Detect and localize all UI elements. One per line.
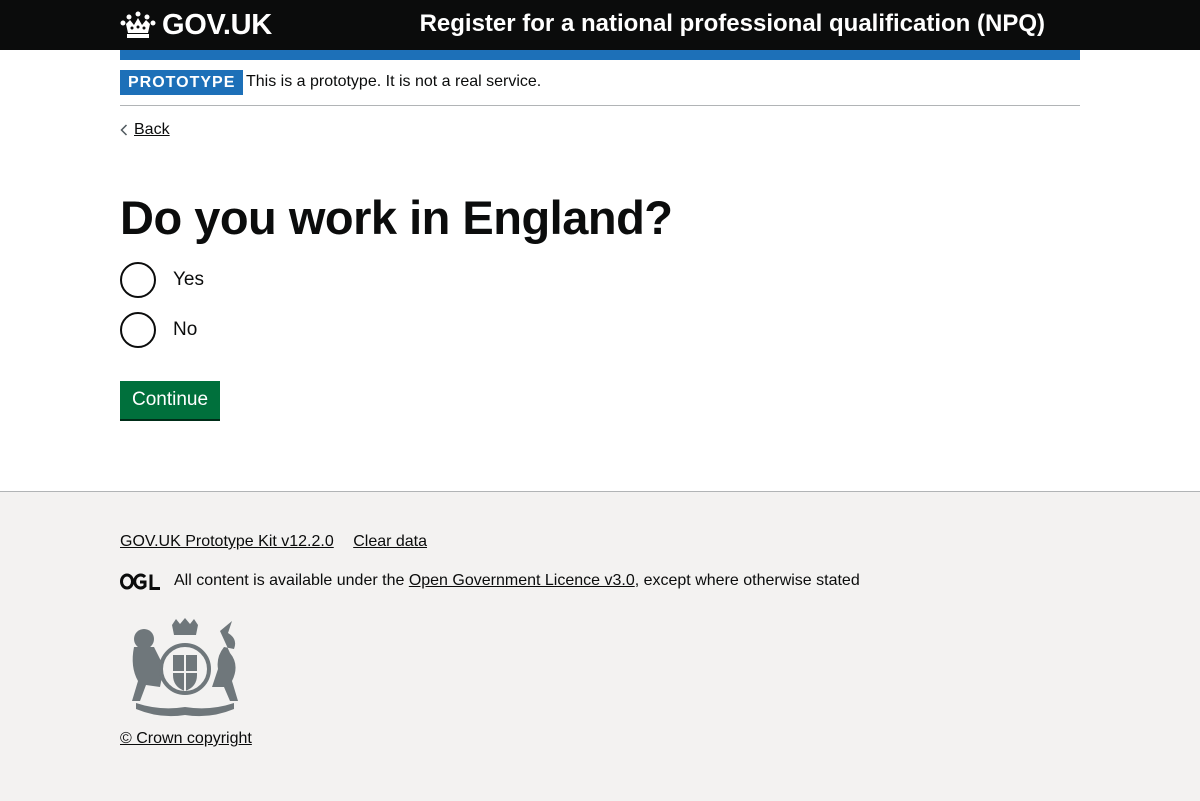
- royal-crest: [132, 618, 238, 717]
- clear-data-link[interactable]: Clear data: [353, 533, 427, 550]
- crown-copyright-link[interactable]: © Crown copyright: [120, 730, 252, 748]
- chevron-left-icon: [120, 124, 128, 136]
- site-footer: GOV.UK Prototype Kit v12.2.0 Clear data …: [0, 491, 1200, 801]
- prototype-kit-link[interactable]: GOV.UK Prototype Kit v12.2.0: [120, 533, 334, 550]
- govuk-logo-link[interactable]: GOV.UK: [120, 8, 272, 42]
- radio-label-yes: Yes: [173, 269, 204, 290]
- ogl-logo: [120, 573, 160, 590]
- footer-links: GOV.UK Prototype Kit v12.2.0 Clear data: [120, 533, 442, 551]
- radio-option-yes[interactable]: Yes: [120, 262, 204, 298]
- crown-icon: [120, 11, 156, 38]
- logo-text: GOV.UK: [162, 8, 272, 41]
- back-link-label: Back: [134, 121, 170, 138]
- service-name-link[interactable]: Register for a national professional qua…: [420, 10, 1045, 38]
- licence-statement: All content is available under the Open …: [120, 572, 860, 590]
- licence-suffix: , except where otherwise stated: [634, 572, 860, 589]
- continue-button[interactable]: Continue: [120, 381, 221, 419]
- phase-banner: PROTOTYPE This is a prototype. It is not…: [120, 60, 1080, 106]
- back-link[interactable]: Back: [120, 121, 170, 139]
- phase-tag: PROTOTYPE: [120, 70, 244, 95]
- radio-option-no[interactable]: No: [120, 312, 197, 348]
- radio-button-no[interactable]: [120, 312, 156, 348]
- page-title: Do you work in England?: [120, 191, 673, 244]
- licence-prefix: All content is available under the: [174, 572, 409, 589]
- phase-banner-text: This is a prototype. It is not a real se…: [246, 73, 542, 90]
- header-blue-bar: [120, 50, 1080, 60]
- site-header: GOV.UK Register for a national professio…: [0, 0, 1200, 50]
- licence-link[interactable]: Open Government Licence v3.0: [409, 572, 635, 590]
- radio-button-yes[interactable]: [120, 262, 156, 298]
- radio-label-no: No: [173, 319, 198, 340]
